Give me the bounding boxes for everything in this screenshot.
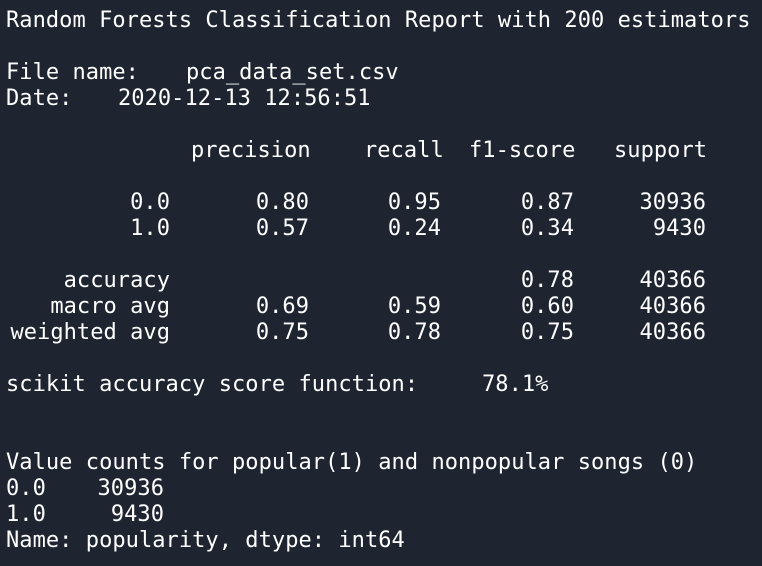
report-header-row: precision recall f1-score support <box>6 138 762 164</box>
file-name-line: File name: pca_data_set.csv <box>6 60 762 86</box>
class-label: 0.0 <box>130 190 170 215</box>
recall-value: 0.59 <box>387 294 441 319</box>
f1-value: 0.75 <box>520 320 574 345</box>
support-value: 40366 <box>639 294 706 319</box>
summary-row-weighted-avg: weighted avg 0.75 0.78 0.75 40366 <box>6 320 762 346</box>
f1-value: 0.87 <box>520 190 574 215</box>
summary-row-accuracy: accuracy 0.78 40366 <box>6 268 762 294</box>
recall-value: 0.78 <box>387 320 441 345</box>
precision-value: 0.57 <box>255 216 309 241</box>
precision-value: 0.75 <box>255 320 309 345</box>
value-count-key: 0.0 <box>6 476 46 501</box>
header-f1-score: f1-score <box>469 138 576 163</box>
accuracy-score-line: scikit accuracy score function: 78.1% <box>6 372 762 398</box>
class-row: 1.0 0.57 0.24 0.34 9430 <box>6 216 762 242</box>
file-name-value: pca_data_set.csv <box>186 60 399 85</box>
summary-label: weighted avg <box>10 320 170 345</box>
class-label: 1.0 <box>130 216 170 241</box>
class-row: 0.0 0.80 0.95 0.87 30936 <box>6 190 762 216</box>
support-value: 30936 <box>639 190 706 215</box>
summary-label: macro avg <box>50 294 170 319</box>
value-counts-title: Value counts for popular(1) and nonpopul… <box>6 450 698 475</box>
f1-value: 0.60 <box>520 294 574 319</box>
report-title: Random Forests Classification Report wit… <box>6 8 751 33</box>
value-count-number: 30936 <box>97 476 164 501</box>
date-value: 2020-12-13 12:56:51 <box>118 86 371 111</box>
recall-value: 0.24 <box>387 216 441 241</box>
precision-value: 0.69 <box>255 294 309 319</box>
support-value: 40366 <box>639 320 706 345</box>
value-counts-footer: Name: popularity, dtype: int64 <box>6 528 405 553</box>
header-precision: precision <box>191 138 311 163</box>
accuracy-score-label: scikit accuracy score function: <box>6 372 419 397</box>
recall-value: 0.95 <box>387 190 441 215</box>
summary-row-macro-avg: macro avg 0.69 0.59 0.60 40366 <box>6 294 762 320</box>
precision-value: 0.80 <box>255 190 309 215</box>
value-count-row: 1.0 9430 <box>6 502 762 528</box>
date-line: Date: 2020-12-13 12:56:51 <box>6 86 762 112</box>
f1-value: 0.34 <box>520 216 574 241</box>
header-support: support <box>614 138 708 163</box>
f1-value: 0.78 <box>520 268 574 293</box>
value-count-key: 1.0 <box>6 502 46 527</box>
file-name-label: File name: <box>6 60 139 85</box>
value-count-number: 9430 <box>110 502 164 527</box>
header-recall: recall <box>364 138 444 163</box>
date-label: Date: <box>6 86 73 111</box>
summary-label: accuracy <box>63 268 170 293</box>
support-value: 9430 <box>652 216 706 241</box>
value-count-row: 0.0 30936 <box>6 476 762 502</box>
accuracy-score-value: 78.1% <box>482 372 549 397</box>
terminal-output: Random Forests Classification Report wit… <box>0 0 762 566</box>
support-value: 40366 <box>639 268 706 293</box>
